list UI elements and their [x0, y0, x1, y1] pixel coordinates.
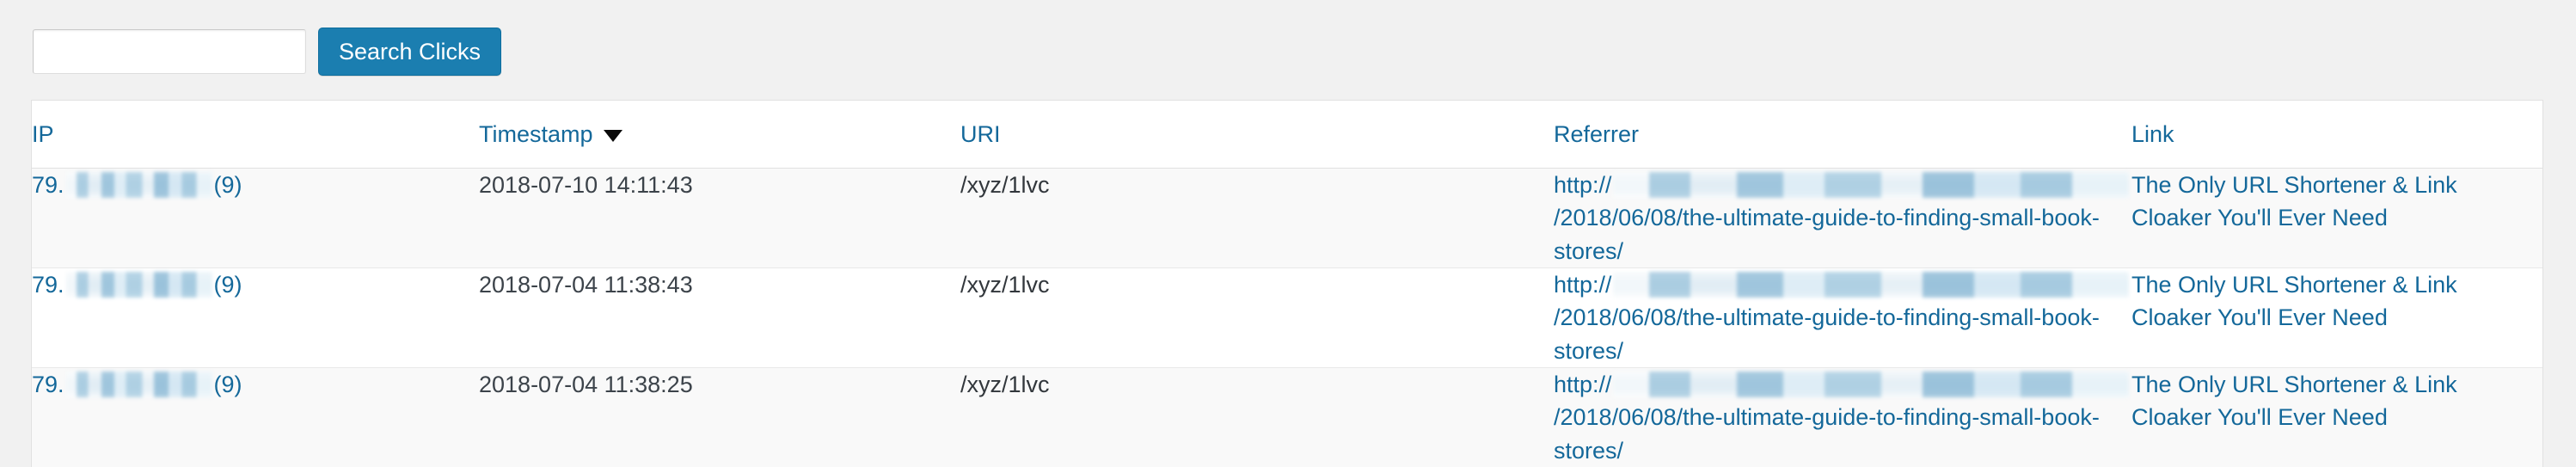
referrer-link[interactable]: http:// /2018/06/08/the-ultimate-guide-to…	[1554, 172, 2130, 264]
ip-prefix: 79.	[32, 371, 64, 397]
ip-link[interactable]: 79. (9)	[32, 371, 242, 397]
ip-link[interactable]: 79. (9)	[32, 172, 242, 198]
cell-timestamp: 2018-07-04 11:38:25	[479, 366, 960, 467]
column-header-uri[interactable]: URI	[960, 101, 1554, 169]
column-header-ip[interactable]: IP	[32, 101, 479, 169]
referrer-link[interactable]: http:// /2018/06/08/the-ultimate-guide-to…	[1554, 371, 2130, 464]
link-title-link[interactable]: The Only URL Shortener & Link Cloaker Yo…	[2131, 372, 2457, 430]
sort-descending-icon	[603, 130, 623, 142]
cell-referrer: http:// /2018/06/08/the-ultimate-guide-to…	[1554, 267, 2131, 368]
referrer-path: /2018/06/08/the-ultimate-guide-to-findin…	[1554, 205, 2100, 264]
table-row: 79. (9) 2018-07-10 14:11:43 /xyz/1lvc htt…	[32, 168, 2542, 268]
cell-uri: /xyz/1lvc	[960, 267, 1554, 368]
column-header-referrer[interactable]: Referrer	[1554, 101, 2131, 169]
cell-referrer: http:// /2018/06/08/the-ultimate-guide-to…	[1554, 366, 2131, 467]
referrer-path: /2018/06/08/the-ultimate-guide-to-findin…	[1554, 404, 2100, 464]
cell-timestamp: 2018-07-04 11:38:43	[479, 267, 960, 368]
column-header-link-label: Link	[2131, 121, 2174, 147]
redacted-ip-block	[65, 172, 212, 198]
clicks-table: IP Timestamp URI Referrer Link 79. (9) 2…	[32, 101, 2542, 467]
cell-ip: 79. (9)	[32, 169, 479, 268]
column-header-uri-label: URI	[960, 121, 1001, 147]
cell-uri: /xyz/1lvc	[960, 366, 1554, 467]
cell-referrer: http:// /2018/06/08/the-ultimate-guide-to…	[1554, 169, 2131, 268]
redacted-ip-block	[65, 371, 212, 397]
table-row: 79. (9) 2018-07-04 11:38:25 /xyz/1lvc htt…	[32, 366, 2542, 467]
referrer-link[interactable]: http:// /2018/06/08/the-ultimate-guide-to…	[1554, 271, 2130, 364]
cell-uri: /xyz/1lvc	[960, 172, 1050, 198]
link-title-link[interactable]: The Only URL Shortener & Link Cloaker Yo…	[2131, 272, 2457, 330]
column-header-timestamp-label: Timestamp	[479, 121, 593, 147]
cell-link: The Only URL Shortener & Link Cloaker Yo…	[2131, 169, 2542, 268]
clicks-table-container: IP Timestamp URI Referrer Link 79. (9) 2…	[31, 100, 2543, 467]
cell-link: The Only URL Shortener & Link Cloaker Yo…	[2131, 267, 2542, 368]
search-clicks-button[interactable]: Search Clicks	[318, 28, 502, 76]
table-header-row: IP Timestamp URI Referrer Link	[32, 101, 2542, 169]
cell-timestamp: 2018-07-10 14:11:43	[479, 172, 693, 198]
table-header: IP Timestamp URI Referrer Link	[32, 101, 2542, 169]
column-header-timestamp[interactable]: Timestamp	[479, 101, 960, 169]
table-body: 79. (9) 2018-07-10 14:11:43 /xyz/1lvc htt…	[32, 168, 2542, 467]
redacted-host-block	[1612, 172, 2129, 198]
column-header-link[interactable]: Link	[2131, 101, 2542, 169]
ip-count: (9)	[213, 271, 242, 298]
column-header-ip-label: IP	[32, 121, 54, 147]
cell-link: The Only URL Shortener & Link Cloaker Yo…	[2131, 366, 2542, 467]
link-title-link[interactable]: The Only URL Shortener & Link Cloaker Yo…	[2131, 172, 2457, 230]
ip-count: (9)	[213, 371, 242, 397]
redacted-ip-block	[65, 271, 212, 298]
referrer-scheme: http://	[1554, 172, 1612, 198]
search-bar: Search Clicks	[33, 28, 502, 76]
search-input[interactable]	[33, 29, 306, 74]
ip-link[interactable]: 79. (9)	[32, 271, 242, 298]
column-header-referrer-label: Referrer	[1554, 121, 1640, 147]
redacted-host-block	[1612, 371, 2129, 397]
referrer-scheme: http://	[1554, 271, 1612, 298]
cell-ip: 79. (9)	[32, 267, 479, 368]
referrer-scheme: http://	[1554, 371, 1612, 397]
ip-prefix: 79.	[32, 271, 64, 298]
referrer-path: /2018/06/08/the-ultimate-guide-to-findin…	[1554, 304, 2100, 364]
cell-ip: 79. (9)	[32, 366, 479, 467]
ip-count: (9)	[213, 172, 242, 198]
ip-prefix: 79.	[32, 172, 64, 198]
table-row: 79. (9) 2018-07-04 11:38:43 /xyz/1lvc htt…	[32, 267, 2542, 368]
redacted-host-block	[1612, 271, 2129, 298]
